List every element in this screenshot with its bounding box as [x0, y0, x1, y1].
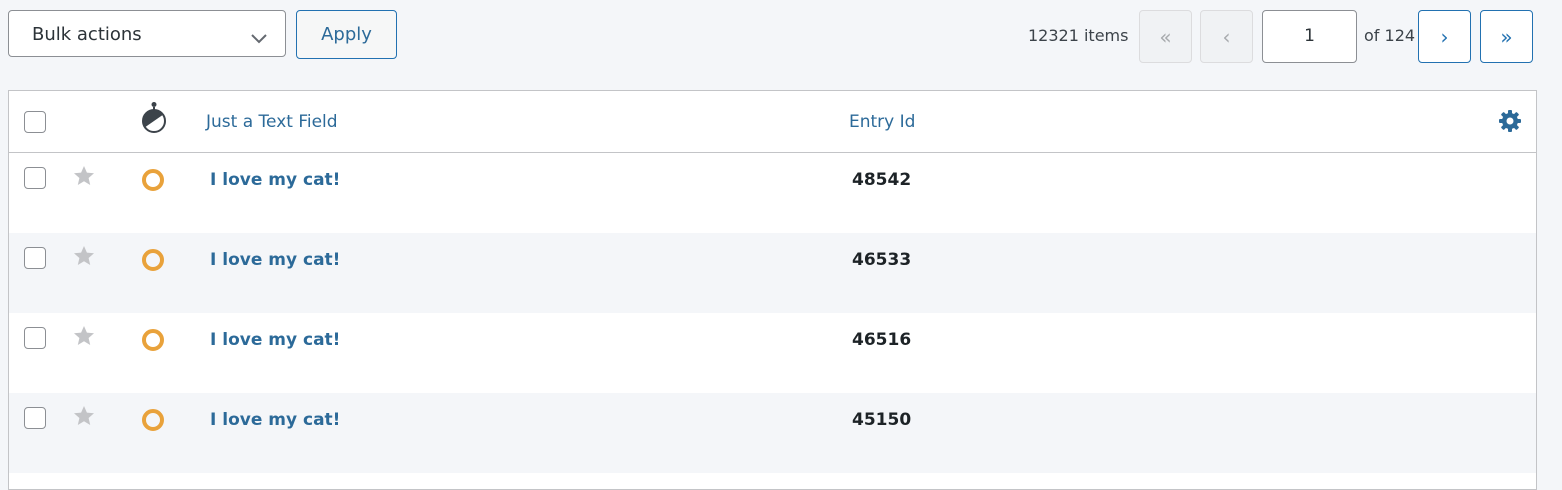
column-header-entry-id[interactable]: Entry Id — [849, 112, 915, 132]
apply-button[interactable]: Apply — [296, 10, 397, 59]
star-icon[interactable] — [72, 244, 96, 272]
entry-id: 48542 — [852, 170, 912, 190]
next-page-button[interactable]: › — [1418, 10, 1471, 63]
entry-text-link[interactable]: I love my cat! — [210, 170, 340, 190]
items-count: 12321 items — [1028, 26, 1129, 45]
entry-text-link[interactable]: I love my cat! — [210, 330, 340, 350]
status-circle-icon — [142, 409, 164, 431]
entry-id: 46516 — [852, 330, 912, 350]
status-circle-icon — [142, 329, 164, 351]
bulk-actions-select[interactable]: Bulk actions — [8, 10, 286, 57]
status-circle-icon — [142, 249, 164, 271]
read-status-icon[interactable] — [140, 101, 168, 137]
star-icon[interactable] — [72, 324, 96, 352]
column-header-text-field[interactable]: Just a Text Field — [206, 112, 338, 132]
first-page-button[interactable]: « — [1139, 10, 1192, 63]
row-checkbox[interactable] — [24, 247, 46, 269]
gear-icon[interactable] — [1498, 109, 1522, 137]
entry-id: 45150 — [852, 410, 912, 430]
row-checkbox[interactable] — [24, 167, 46, 189]
chevron-down-icon — [251, 29, 267, 48]
last-page-button[interactable]: » — [1480, 10, 1533, 63]
star-icon[interactable] — [72, 164, 96, 192]
row-checkbox[interactable] — [24, 407, 46, 429]
status-circle-icon — [142, 169, 164, 191]
select-all-checkbox[interactable] — [24, 111, 46, 133]
table-row: I love my cat! 45150 — [9, 393, 1536, 473]
entry-text-link[interactable]: I love my cat! — [210, 410, 340, 430]
entry-text-link[interactable]: I love my cat! — [210, 250, 340, 270]
star-icon[interactable] — [72, 404, 96, 432]
current-page-input[interactable]: 1 — [1262, 10, 1357, 63]
table-row: I love my cat! 46533 — [9, 233, 1536, 313]
table-header: Just a Text Field Entry Id — [9, 91, 1536, 153]
tablenav-top: Bulk actions Apply 12321 items « ‹ 1 of … — [0, 0, 1562, 90]
table-row: I love my cat! 46516 — [9, 313, 1536, 393]
bulk-actions-selected-value: Bulk actions — [32, 24, 142, 45]
total-pages: of 124 — [1364, 26, 1416, 45]
entry-id: 46533 — [852, 250, 912, 270]
table-row: I love my cat! 48542 — [9, 153, 1536, 233]
row-checkbox[interactable] — [24, 327, 46, 349]
prev-page-button[interactable]: ‹ — [1200, 10, 1253, 63]
entries-table: Just a Text Field Entry Id I love my cat… — [8, 90, 1537, 490]
